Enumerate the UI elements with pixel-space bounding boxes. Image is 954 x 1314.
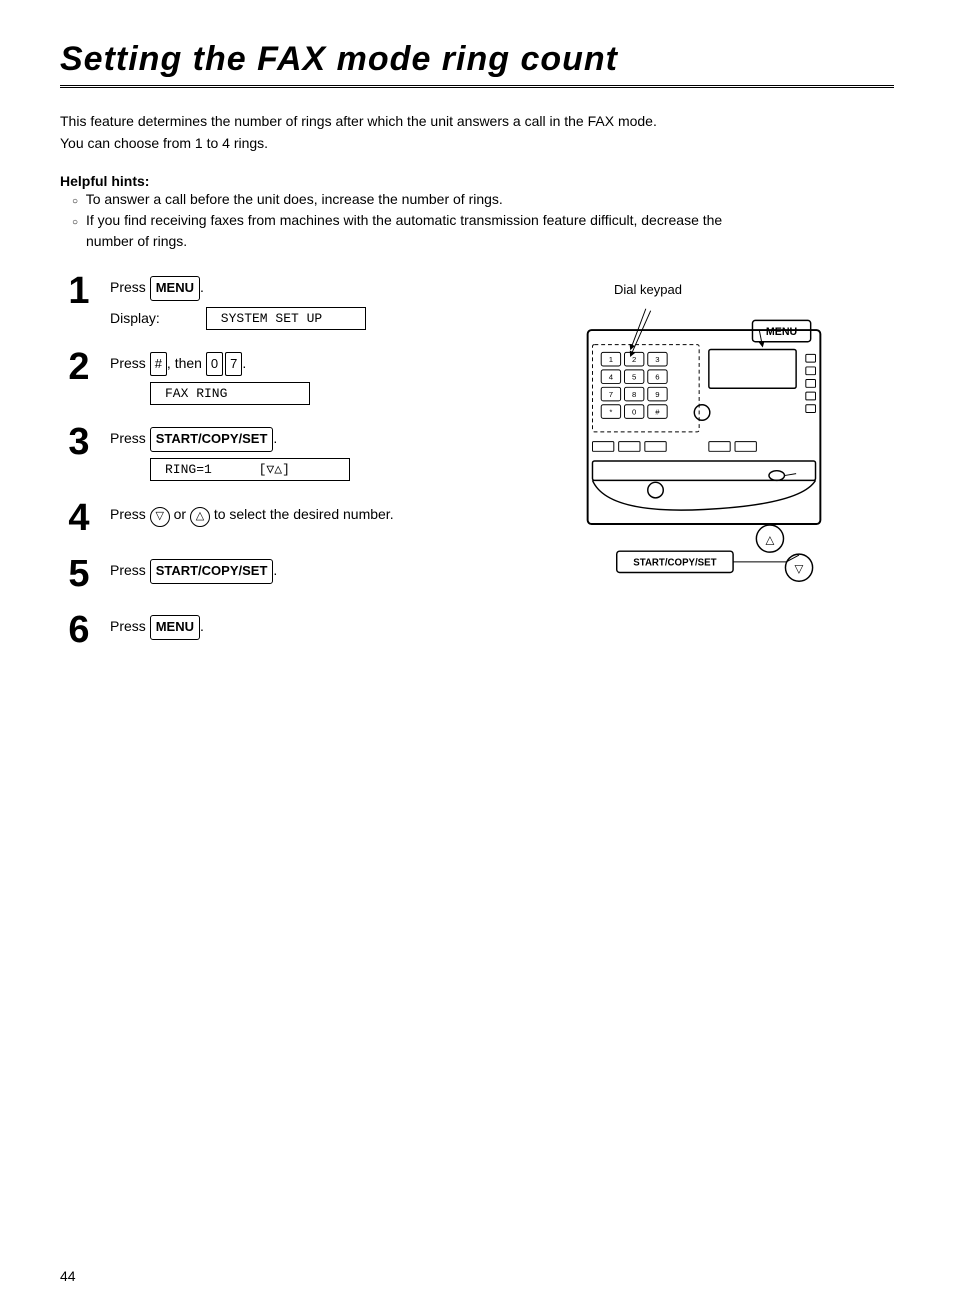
key-7: 7 bbox=[225, 352, 242, 377]
step-1-text: Press MENU. bbox=[110, 276, 524, 301]
step-4-text: Press ▽ or △ to select the desired numbe… bbox=[110, 503, 524, 527]
intro-text: This feature determines the number of ri… bbox=[60, 110, 894, 155]
svg-text:▽: ▽ bbox=[795, 562, 805, 575]
step-6: 6 Press MENU. bbox=[60, 611, 524, 649]
step-5-number: 5 bbox=[60, 555, 98, 593]
svg-text:7: 7 bbox=[609, 390, 613, 399]
step-4-number: 4 bbox=[60, 499, 98, 537]
dial-keypad-label: Dial keypad bbox=[554, 282, 894, 297]
key-0: 0 bbox=[206, 352, 223, 377]
display-box-2: FAX RING bbox=[150, 382, 310, 405]
svg-text:6: 6 bbox=[655, 372, 659, 381]
svg-text:5: 5 bbox=[632, 372, 636, 381]
step-6-number: 6 bbox=[60, 611, 98, 649]
step-3-number: 3 bbox=[60, 423, 98, 461]
svg-text:0: 0 bbox=[632, 407, 636, 416]
step-2-number: 2 bbox=[60, 348, 98, 386]
svg-text:9: 9 bbox=[655, 390, 659, 399]
step-6-content: Press MENU. bbox=[110, 611, 524, 646]
svg-text:MENU: MENU bbox=[766, 326, 798, 338]
title-text: Setting the FAX mode ring count bbox=[60, 40, 618, 79]
step-1-number: 1 bbox=[60, 272, 98, 310]
diagram-column: Dial keypad MENU 1 2 bbox=[554, 272, 894, 667]
content-area: 1 Press MENU. Display: SYSTEM SET UP 2 P… bbox=[60, 272, 894, 667]
svg-text:3: 3 bbox=[655, 355, 659, 364]
step-1: 1 Press MENU. Display: SYSTEM SET UP bbox=[60, 272, 524, 330]
step-2: 2 Press #, then 07. FAX RING bbox=[60, 348, 524, 406]
svg-text:2: 2 bbox=[632, 355, 636, 364]
hints-label: Helpful hints: bbox=[60, 173, 149, 189]
step-1-display-row: Display: SYSTEM SET UP bbox=[110, 307, 524, 330]
svg-text:*: * bbox=[609, 407, 612, 416]
down-arrow-key: ▽ bbox=[150, 507, 170, 527]
step-5-content: Press START/COPY/SET. bbox=[110, 555, 524, 590]
step-5-text: Press START/COPY/SET. bbox=[110, 559, 524, 584]
menu-key-1: MENU bbox=[150, 276, 200, 301]
step-1-content: Press MENU. Display: SYSTEM SET UP bbox=[110, 272, 524, 330]
page-number: 44 bbox=[60, 1268, 76, 1284]
svg-text:△: △ bbox=[765, 533, 775, 546]
svg-text:8: 8 bbox=[632, 390, 636, 399]
hint-item-1: To answer a call before the unit does, i… bbox=[60, 189, 894, 210]
step-4: 4 Press ▽ or △ to select the desired num… bbox=[60, 499, 524, 537]
helpful-hints: Helpful hints: To answer a call before t… bbox=[60, 173, 894, 252]
step-2-content: Press #, then 07. FAX RING bbox=[110, 348, 524, 406]
display-box-1: SYSTEM SET UP bbox=[206, 307, 366, 330]
steps-column: 1 Press MENU. Display: SYSTEM SET UP 2 P… bbox=[60, 272, 524, 667]
step-4-content: Press ▽ or △ to select the desired numbe… bbox=[110, 499, 524, 533]
step-2-text: Press #, then 07. bbox=[110, 352, 524, 377]
svg-text:1: 1 bbox=[609, 355, 613, 364]
display-box-3: RING=1 [▽△] bbox=[150, 458, 350, 481]
start-copy-set-key-5: START/COPY/SET bbox=[150, 559, 274, 584]
step-5: 5 Press START/COPY/SET. bbox=[60, 555, 524, 593]
up-arrow-key: △ bbox=[190, 507, 210, 527]
display-label-1: Display: bbox=[110, 310, 160, 326]
fax-machine-diagram: MENU 1 2 3 4 5 6 bbox=[554, 301, 854, 621]
hash-key: # bbox=[150, 352, 167, 377]
fax-diagram-container: Dial keypad MENU 1 2 bbox=[554, 282, 894, 626]
step-6-text: Press MENU. bbox=[110, 615, 524, 640]
step-2-display-row: FAX RING bbox=[110, 382, 524, 405]
step-3-content: Press START/COPY/SET. RING=1 [▽△] bbox=[110, 423, 524, 481]
hint-item-2: If you find receiving faxes from machine… bbox=[60, 210, 894, 252]
svg-text:4: 4 bbox=[609, 372, 614, 381]
svg-text:START/COPY/SET: START/COPY/SET bbox=[633, 558, 716, 569]
start-copy-set-key-3: START/COPY/SET bbox=[150, 427, 274, 452]
page-title: Setting the FAX mode ring count bbox=[60, 40, 894, 88]
menu-key-6: MENU bbox=[150, 615, 200, 640]
step-3-display-row: RING=1 [▽△] bbox=[110, 458, 524, 481]
step-3: 3 Press START/COPY/SET. RING=1 [▽△] bbox=[60, 423, 524, 481]
step-3-text: Press START/COPY/SET. bbox=[110, 427, 524, 452]
svg-text:#: # bbox=[655, 407, 660, 416]
